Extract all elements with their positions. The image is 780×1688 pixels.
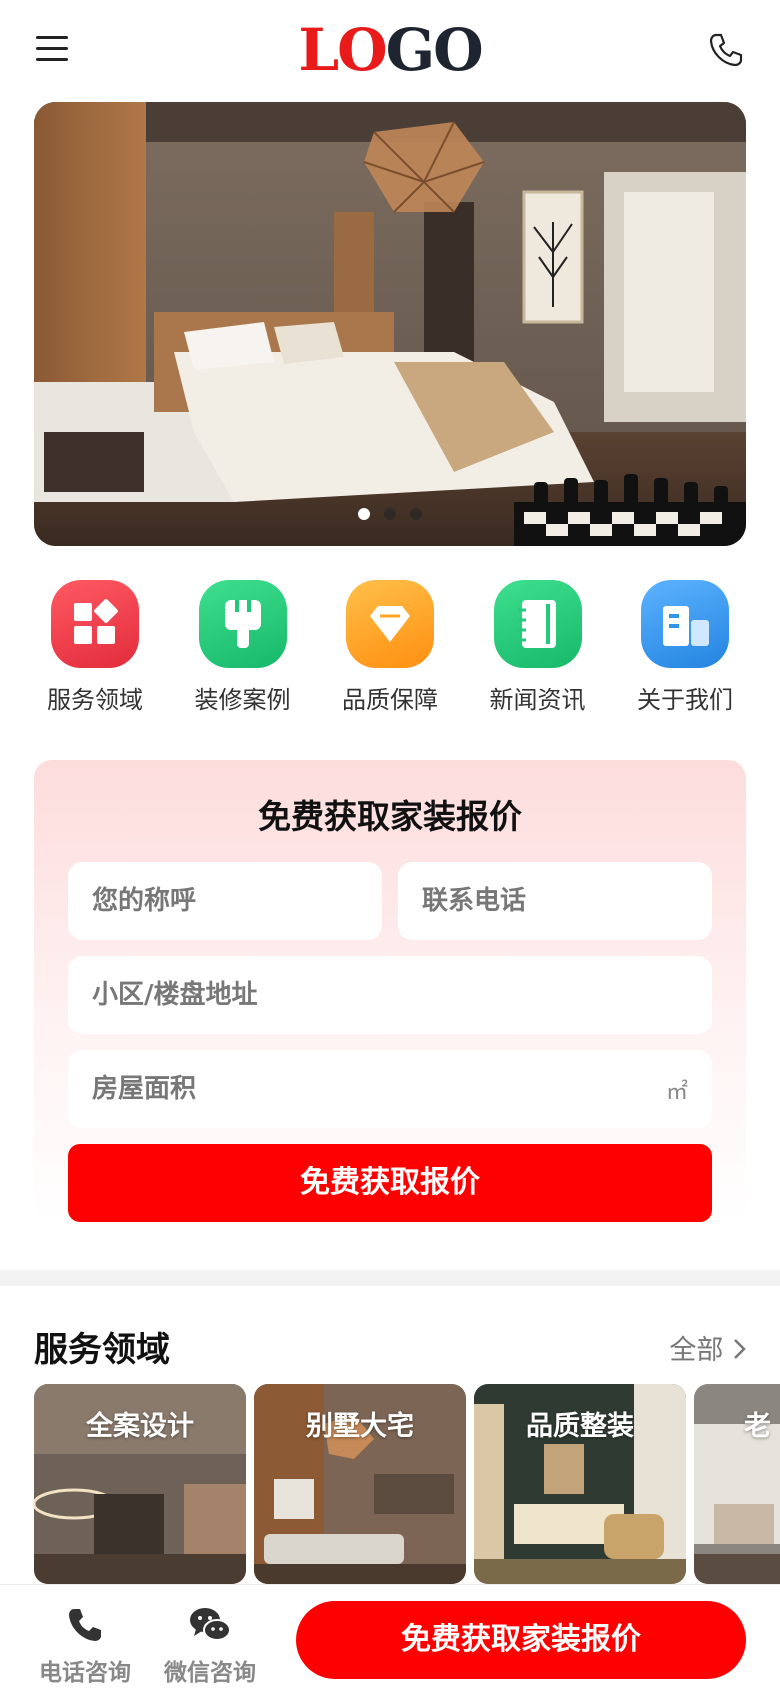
nav-label-service-areas: 服务领域 [47,686,143,714]
area-input[interactable] [68,1050,712,1128]
carousel-dot-3[interactable] [410,508,422,520]
phone-consult-label: 电话咨询 [39,1660,131,1686]
chevron-right-icon [734,1339,746,1359]
service-card-label: 别墅大宅 [306,1411,414,1442]
name-field[interactable] [68,862,382,940]
service-card-old-house[interactable]: 老 [694,1384,780,1584]
building-icon [641,580,729,668]
grid-icon [51,580,139,668]
address-field[interactable] [68,956,712,1034]
site-logo[interactable]: LOGO [0,18,780,82]
service-card-label: 老 [744,1411,771,1442]
phone-input[interactable] [398,862,712,940]
name-input[interactable] [68,862,382,940]
top-header: LOGO [0,0,780,100]
phone-icon [69,1609,101,1641]
wechat-icon [190,1608,231,1641]
phone-field[interactable] [398,862,712,940]
service-card-label: 品质整装 [526,1411,634,1442]
hero-banner[interactable] [34,102,746,546]
section-divider [0,1270,780,1286]
services-carousel[interactable]: 全案设计 别墅大宅 品质整装 老 [34,1384,780,1584]
plug-icon [198,580,287,668]
nav-label-cases: 装修案例 [194,686,291,714]
wechat-consult-button[interactable]: 微信咨询 [155,1605,265,1687]
view-all-label: 全部 [669,1335,724,1366]
nav-item-news[interactable]: 新闻资讯 [473,578,603,718]
carousel-dot-1[interactable] [358,508,370,520]
logo-text-dark: GO [385,16,484,84]
service-card-label: 全案设计 [86,1411,194,1442]
address-input[interactable] [68,956,712,1034]
carousel-indicator[interactable] [34,505,746,524]
get-quote-button[interactable]: 免费获取报价 [68,1144,712,1222]
phone-icon[interactable] [706,30,746,70]
bedroom-photo [34,102,746,546]
nav-label-news: 新闻资讯 [489,686,586,714]
service-card-full-design[interactable]: 全案设计 [34,1384,246,1584]
area-field[interactable]: ㎡ [68,1050,712,1128]
nav-item-about[interactable]: 关于我们 [620,578,750,718]
service-card-quality-package[interactable]: 品质整装 [474,1384,686,1584]
get-home-quote-button[interactable]: 免费获取家装报价 [296,1601,746,1679]
nav-item-service-areas[interactable]: 服务领域 [30,578,160,718]
quote-form-title: 免费获取家装报价 [258,797,522,836]
services-section-title: 服务领域 [34,1330,170,1370]
area-unit-label: ㎡ [665,1080,688,1105]
diamond-icon [346,580,434,668]
nav-label-about: 关于我们 [637,686,733,714]
wechat-consult-label: 微信咨询 [164,1660,256,1686]
bottom-action-bar: 电话咨询 微信咨询 免费获取家装报价 [0,1584,780,1688]
nav-label-quality: 品质保障 [342,686,438,714]
logo-text-red: LO [298,16,387,84]
nav-item-quality[interactable]: 品质保障 [325,578,455,718]
phone-consult-button[interactable]: 电话咨询 [30,1605,140,1687]
services-view-all-link[interactable]: 全部 [669,1328,748,1367]
carousel-dot-2[interactable] [384,508,396,520]
category-nav: 服务领域 装修案例 品质保障 新闻资讯 关于我们 [30,578,750,718]
service-card-villa[interactable]: 别墅大宅 [254,1384,466,1584]
nav-item-cases[interactable]: 装修案例 [178,578,308,718]
quote-form: 免费获取家装报价 ㎡ 免费获取报价 [34,760,746,1224]
notebook-icon [493,580,582,668]
